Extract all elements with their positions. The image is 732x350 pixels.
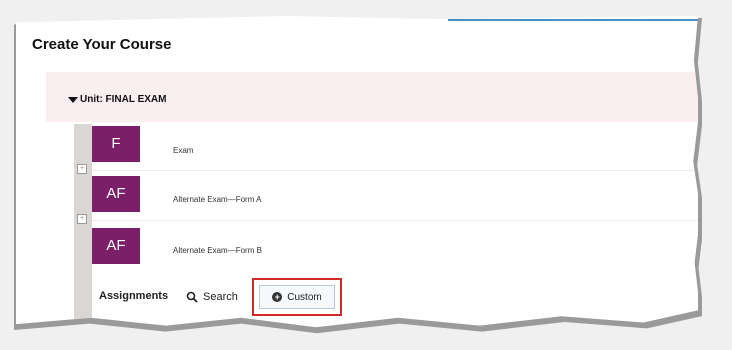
magnifier-icon — [186, 291, 198, 303]
item-tile[interactable]: AF — [92, 228, 140, 264]
item-label[interactable]: Exam — [173, 146, 193, 155]
item-tile[interactable]: F — [92, 126, 140, 162]
search-button[interactable]: Search — [186, 288, 238, 306]
custom-highlight: + Custom — [252, 278, 342, 316]
search-label: Search — [203, 291, 238, 303]
course-card: Create Your Course Unit: FINAL EXAM + + … — [16, 16, 698, 328]
item-label[interactable]: Alternate Exam—Form A — [173, 195, 261, 204]
item-tile[interactable]: AF — [92, 176, 140, 212]
unit-title: Unit: FINAL EXAM — [80, 94, 167, 105]
plus-circle-icon: + — [272, 292, 283, 302]
assignments-label: Assignments — [99, 290, 169, 302]
item-label[interactable]: Alternate Exam—Form B — [173, 246, 262, 255]
row-divider — [92, 220, 698, 221]
unit-side-bar — [74, 124, 92, 328]
row-divider — [92, 170, 698, 171]
top-accent-line — [448, 19, 698, 21]
insert-plus-icon[interactable]: + — [77, 214, 87, 224]
custom-button[interactable]: + Custom — [259, 285, 335, 309]
triangle-down-icon[interactable] — [68, 97, 78, 103]
custom-label: Custom — [287, 291, 322, 303]
page-title: Create Your Course — [32, 36, 172, 53]
insert-plus-icon[interactable]: + — [77, 164, 87, 174]
